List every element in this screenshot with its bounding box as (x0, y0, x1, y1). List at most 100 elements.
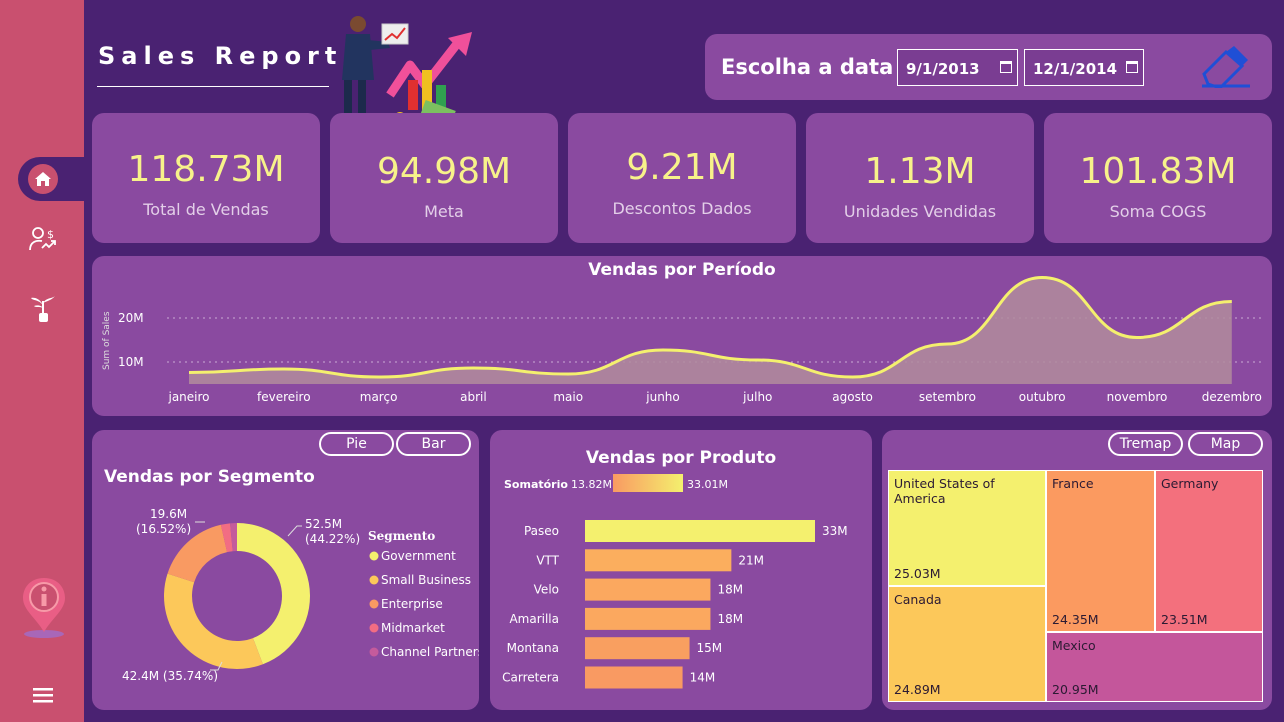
info-pin-icon (23, 578, 65, 638)
hamburger-menu-icon (33, 688, 53, 703)
end-date-input[interactable]: 12/1/2014 (1024, 49, 1144, 86)
treemap-cell[interactable]: France 24.35M (1046, 470, 1155, 632)
legend-marker (369, 647, 379, 657)
treemap-cell-label: Germany (1161, 476, 1219, 491)
bar-value-label: 21M (738, 553, 764, 567)
eraser-icon[interactable] (1198, 44, 1252, 88)
treemap-cell[interactable]: Mexico 20.95M (1046, 632, 1263, 702)
bar-value-label: 15M (697, 641, 723, 655)
treemap-cell-label: Mexico (1052, 638, 1096, 653)
bar-value-label: 18M (717, 612, 743, 626)
legend-item-label[interactable]: Midmarket (381, 621, 445, 635)
bar-value-label: 18M (717, 583, 743, 597)
date-filter-label: Escolha a data (721, 55, 894, 79)
treemap-cell-value: 23.51M (1161, 612, 1208, 627)
plant-icon (31, 296, 55, 322)
page-title: Sales Report (98, 42, 343, 70)
bar-category-label: Montana (507, 641, 559, 655)
bar[interactable] (585, 578, 711, 601)
y-tick-label: 20M (118, 311, 144, 325)
bar[interactable] (585, 637, 690, 660)
kpi-card-total-sales: 118.73M Total de Vendas (92, 113, 320, 243)
legend-marker (369, 599, 379, 609)
kpi-card-units-sold: 1.13M Unidades Vendidas (806, 113, 1034, 243)
treemap-cell-value: 25.03M (894, 566, 941, 581)
kpi-label: Meta (424, 202, 464, 221)
bar-category-label: Carretera (502, 671, 559, 685)
kpi-label: Unidades Vendidas (843, 202, 997, 221)
bar-category-label: VTT (536, 553, 559, 567)
treemap-cell-value: 24.89M (894, 682, 941, 697)
treemap-cell[interactable]: United States of America 25.03M (888, 470, 1046, 586)
donut-slice-small-business[interactable] (164, 573, 263, 669)
start-date-input[interactable]: 9/1/2013 (897, 49, 1018, 86)
kpi-label: Descontos Dados (612, 199, 752, 218)
home-button[interactable] (28, 164, 58, 194)
calendar-icon[interactable] (1126, 61, 1138, 73)
growth-nav-button[interactable] (26, 292, 60, 326)
legend-item-label[interactable]: Small Business (381, 573, 471, 587)
kpi-value: 1.13M (864, 151, 976, 192)
gradient-legend-max: 33.01M (687, 478, 728, 491)
x-tick-label: novembro (1107, 390, 1168, 404)
bar[interactable] (585, 666, 683, 689)
kpi-card-goal: 94.98M Meta (330, 113, 558, 243)
legend-item-label[interactable]: Government (381, 549, 456, 563)
start-date-value: 9/1/2013 (906, 60, 980, 78)
home-icon (35, 172, 51, 186)
treemap-cell[interactable]: Canada 24.89M (888, 586, 1046, 702)
kpi-value: 118.73M (127, 149, 285, 190)
sales-by-product-chart: Vendas por Produto Somatório 13.82M 33.0… (502, 448, 848, 689)
svg-text:$: $ (47, 228, 54, 241)
bar-value-label: 14M (690, 671, 716, 685)
sales-area-fill (189, 277, 1232, 384)
sidebar-top (0, 0, 84, 157)
treemap-cell-label: France (1052, 476, 1094, 491)
x-tick-label: junho (645, 390, 680, 404)
x-tick-label: outubro (1019, 390, 1066, 404)
treemap-cell-label: United States of America (894, 476, 995, 506)
x-tick-label: dezembro (1202, 390, 1262, 404)
gradient-legend-min: 13.82M (571, 478, 612, 491)
kpi-card-cogs: 101.83M Soma COGS (1044, 113, 1272, 243)
bar-category-label: Amarilla (509, 612, 559, 626)
end-date-value: 12/1/2014 (1033, 60, 1118, 78)
treemap-cell-value: 24.35M (1052, 612, 1099, 627)
legend-title: Segmento (368, 529, 435, 543)
x-tick-label: agosto (832, 390, 873, 404)
people-money-icon: $ (29, 227, 56, 251)
legend-marker (369, 575, 379, 585)
enterprise-label: 19.6M (16.52%) (136, 507, 191, 536)
sales-by-country-treemap: United States of America 25.03M Canada 24.8… (888, 470, 1263, 702)
sales-by-period-chart: Sum of Sales 20M 10M janeiro fevereiro mar… (102, 275, 1262, 404)
legend-item-label[interactable]: Channel Partners (381, 645, 479, 659)
legend-item-label[interactable]: Enterprise (381, 597, 443, 611)
bar[interactable] (585, 549, 732, 572)
x-tick-label: março (360, 390, 398, 404)
info-button[interactable] (18, 574, 70, 640)
menu-button[interactable] (26, 678, 60, 712)
gradient-legend-label: Somatório (504, 478, 568, 491)
bar-value-label: 33M (822, 524, 848, 538)
gradient-legend-bar (613, 474, 683, 492)
calendar-icon[interactable] (1000, 61, 1012, 73)
bar[interactable] (585, 607, 711, 630)
treemap-cell[interactable]: Germany 23.51M (1155, 470, 1263, 632)
legend-marker (369, 551, 379, 561)
x-tick-label: maio (553, 390, 583, 404)
x-tick-label: abril (460, 390, 487, 404)
kpi-value: 101.83M (1079, 151, 1237, 192)
treemap-toggle-button[interactable]: Tremap (1108, 432, 1183, 456)
y-tick-label: 10M (118, 355, 144, 369)
x-tick-label: setembro (919, 390, 976, 404)
sales-by-segment-chart: Segmento Government Small Business Enterpr… (122, 507, 479, 683)
bar[interactable] (585, 520, 815, 542)
sales-people-nav-button[interactable]: $ (26, 222, 60, 256)
kpi-card-discounts: 9.21M Descontos Dados (568, 113, 796, 243)
small-business-label: 42.4M (35.74%) (122, 669, 218, 683)
government-label: 52.5M (44.22%) (305, 517, 360, 546)
bar-category-label: Velo (534, 583, 559, 597)
x-tick-label: fevereiro (257, 390, 311, 404)
y-axis-label: Sum of Sales (102, 311, 112, 370)
map-toggle-button[interactable]: Map (1188, 432, 1263, 456)
